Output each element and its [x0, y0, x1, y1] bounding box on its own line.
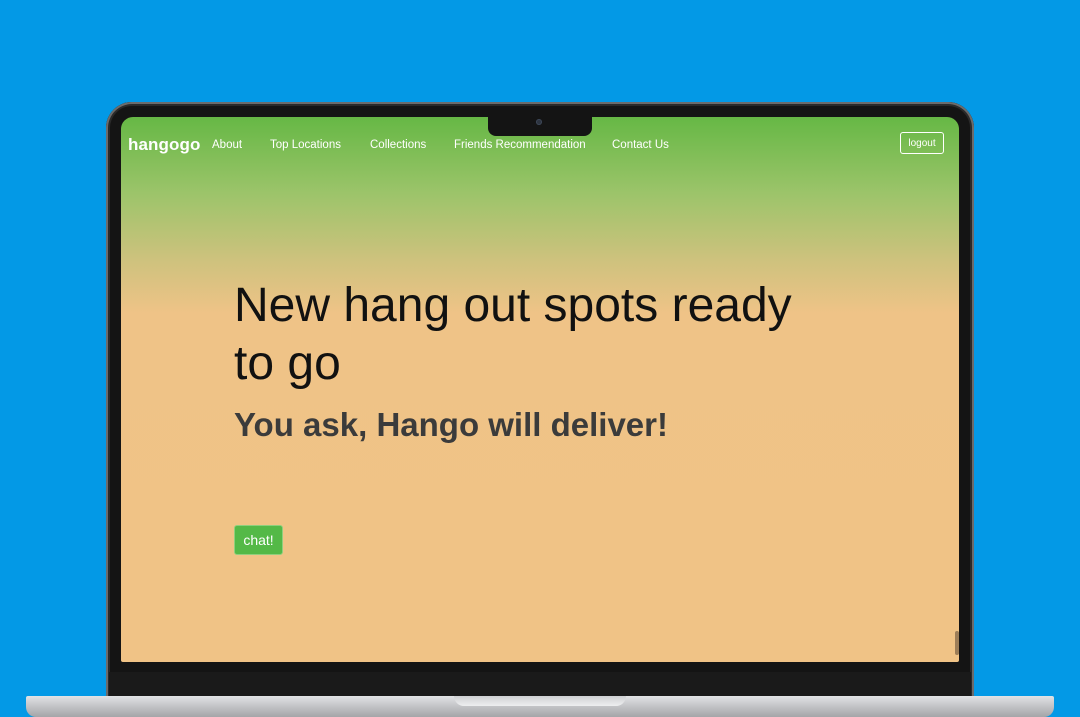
desktop-background: hangogo About Top Locations Collections … — [0, 0, 1080, 717]
nav-link-about[interactable]: About — [212, 139, 242, 151]
camera-icon — [536, 119, 542, 125]
brand-logo[interactable]: hangogo — [128, 135, 200, 155]
nav-link-friends-recommendation[interactable]: Friends Recommendation — [454, 139, 586, 151]
nav-link-top-locations[interactable]: Top Locations — [270, 139, 341, 151]
screen-notch — [488, 115, 592, 136]
nav-link-collections[interactable]: Collections — [370, 139, 426, 151]
chat-button[interactable]: chat! — [234, 525, 283, 555]
laptop-chin — [109, 672, 971, 698]
laptop-base-notch — [454, 696, 626, 706]
laptop-screen: hangogo About Top Locations Collections … — [121, 117, 959, 662]
hero-subtitle: You ask, Hango will deliver! — [234, 406, 668, 443]
nav-link-contact-us[interactable]: Contact Us — [612, 139, 669, 151]
logout-button[interactable]: logout — [900, 132, 944, 154]
laptop-base — [26, 696, 1054, 717]
scrollbar[interactable] — [955, 631, 959, 655]
hero-title: New hang out spots ready to go — [234, 279, 792, 390]
